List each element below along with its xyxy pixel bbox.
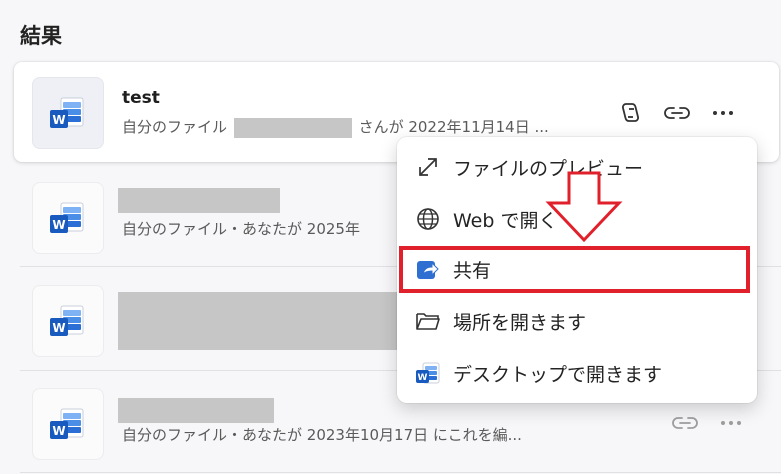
expand-icon (413, 152, 443, 182)
more-icon (713, 111, 733, 115)
menu-item-open-web[interactable]: Web で開く (397, 195, 757, 243)
folder-icon (413, 306, 443, 336)
file-name[interactable]: test (122, 88, 160, 108)
menu-item-open-location[interactable]: 場所を開きます (397, 297, 757, 345)
word-icon: W (413, 358, 443, 388)
more-icon (721, 421, 741, 425)
svg-text:W: W (52, 424, 65, 438)
menu-item-label: 場所を開きます (453, 311, 587, 334)
word-file-icon: W (50, 202, 84, 233)
link-icon (664, 107, 690, 119)
share-icon (413, 254, 443, 284)
link-icon (672, 417, 698, 429)
word-file-thumbnail: W (32, 388, 104, 460)
file-location: 自分のファイル (122, 118, 228, 136)
word-file-icon: W (50, 305, 84, 336)
row-actions (662, 408, 754, 438)
svg-text:W: W (418, 373, 428, 383)
menu-item-preview[interactable]: ファイルのプレビュー (397, 143, 757, 191)
row-divider (20, 472, 781, 473)
results-heading: 結果 (20, 24, 62, 48)
file-modified-info: さんが 2022年11月14日 ... (358, 118, 549, 136)
file-subtitle: 自分のファイル・あなたが 2025年 (122, 220, 360, 238)
context-menu: ファイルのプレビュー Web で開く 共有 場所を開きます W デスクトップで開… (397, 137, 757, 403)
row-actions (608, 98, 746, 128)
svg-text:W: W (52, 321, 65, 335)
menu-item-label: Web で開く (453, 209, 558, 232)
word-file-thumbnail: W (32, 77, 104, 149)
menu-item-open-desktop[interactable]: W デスクトップで開きます (397, 349, 757, 397)
menu-item-share[interactable]: 共有 (397, 245, 757, 293)
copilot-button[interactable] (608, 98, 654, 128)
menu-item-label: デスクトップで開きます (453, 363, 663, 386)
word-file-thumbnail: W (32, 285, 104, 357)
word-file-icon: W (50, 97, 84, 128)
redacted-file-name (118, 188, 280, 213)
word-file-icon: W (50, 408, 84, 439)
more-options-button[interactable] (708, 408, 754, 438)
globe-icon (413, 204, 443, 234)
more-options-button[interactable] (700, 98, 746, 128)
menu-item-label: 共有 (453, 259, 492, 282)
copy-link-button[interactable] (654, 98, 700, 128)
redacted-owner (233, 117, 352, 138)
redacted-file-info (118, 292, 398, 350)
svg-text:W: W (52, 113, 65, 127)
copilot-icon (622, 103, 639, 122)
word-file-thumbnail: W (32, 182, 104, 254)
copy-link-button[interactable] (662, 408, 708, 438)
menu-item-label: ファイルのプレビュー (453, 157, 644, 180)
svg-text:W: W (52, 218, 65, 232)
redacted-file-name (118, 398, 274, 423)
file-subtitle: 自分のファイル さんが 2022年11月14日 ... (122, 116, 549, 138)
file-subtitle: 自分のファイル・あなたが 2023年10月17日 にこれを編... (122, 426, 522, 444)
